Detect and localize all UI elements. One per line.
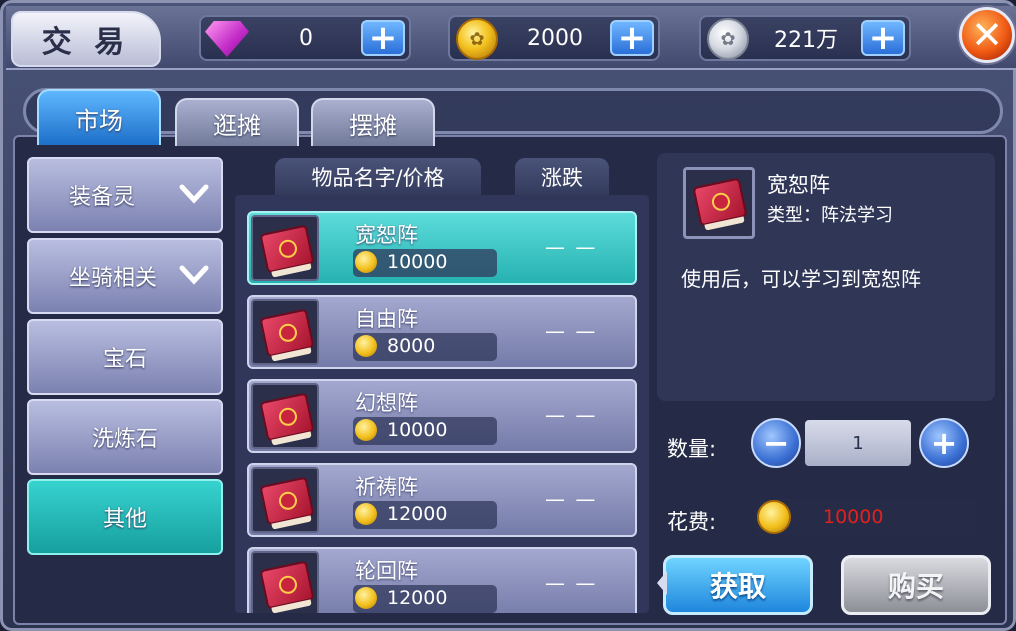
window-title: 交 易 [11, 11, 161, 67]
book-icon [259, 560, 315, 610]
decrease-quantity-button[interactable]: − [751, 418, 801, 468]
gold-coin-icon [355, 419, 377, 441]
item-price-bar: 8000 [353, 333, 497, 361]
detail-type: 类型：阵法学习 [767, 205, 893, 226]
book-icon [259, 392, 315, 442]
book-icon [259, 224, 315, 274]
gold-coin-icon [355, 503, 377, 525]
cost-label: 花费: [667, 510, 717, 534]
gold-coin-icon [757, 500, 791, 534]
item-name: 自由阵 [355, 307, 418, 331]
gold-coin-icon [355, 587, 377, 609]
buy-button[interactable]: 购买 [841, 555, 991, 615]
trade-window: 交 易 0 + ✿ 2000 + ✿ 221万 + ✕ 市场 逛摊 摆摊 装备灵… [0, 0, 1016, 631]
add-gold-button[interactable]: + [610, 20, 654, 56]
item-trend: — — [545, 403, 598, 427]
item-price: 10000 [387, 419, 448, 441]
category-label: 其他 [102, 507, 147, 532]
silver-currency: ✿ 221万 + [699, 15, 911, 61]
increase-quantity-button[interactable]: + [919, 418, 969, 468]
category-label: 坐骑相关 [69, 266, 158, 291]
detail-name: 宽恕阵 [767, 173, 830, 197]
add-silver-button[interactable]: + [861, 20, 905, 56]
item-list[interactable]: 宽恕阵 10000 — — 自由阵 8000 — — 幻想阵 10000 — — [235, 195, 649, 613]
item-trend: — — [545, 571, 598, 595]
gem-currency: 0 + [199, 15, 411, 61]
item-trend: — — [545, 235, 598, 259]
tab-set-stall[interactable]: 摆摊 [311, 98, 435, 146]
list-item[interactable]: 轮回阵 12000 — — [247, 547, 637, 613]
item-thumbnail [251, 467, 319, 533]
chevron-down-icon [179, 184, 209, 204]
item-thumbnail [251, 215, 319, 281]
tab-browse-stalls[interactable]: 逛摊 [175, 98, 299, 146]
list-item[interactable]: 自由阵 8000 — — [247, 295, 637, 369]
add-gem-button[interactable]: + [361, 20, 405, 56]
chevron-down-icon [179, 265, 209, 285]
plus-icon: + [930, 424, 958, 462]
list-item[interactable]: 宽恕阵 10000 — — [247, 211, 637, 285]
category-label: 装备灵 [69, 185, 136, 210]
item-name: 宽恕阵 [355, 223, 418, 247]
detail-description: 使用后，可以学习到宽恕阵 [681, 267, 921, 291]
category-equipment-spirit[interactable]: 装备灵 [27, 157, 223, 233]
category-label: 宝石 [102, 347, 147, 372]
book-icon [259, 308, 315, 358]
item-price-bar: 12000 [353, 501, 497, 529]
item-price-bar: 10000 [353, 417, 497, 445]
item-name: 幻想阵 [355, 391, 418, 415]
list-item[interactable]: 祈祷阵 12000 — — [247, 463, 637, 537]
close-icon: ✕ [971, 13, 1003, 57]
book-icon [259, 476, 315, 526]
get-button[interactable]: 获取 [663, 555, 813, 615]
item-detail-panel: 宽恕阵 类型：阵法学习 使用后，可以学习到宽恕阵 [657, 153, 995, 401]
item-thumbnail [251, 383, 319, 449]
minus-icon: − [762, 424, 790, 462]
category-other[interactable]: 其他 [27, 479, 223, 555]
item-trend: — — [545, 487, 598, 511]
detail-thumbnail [683, 167, 755, 239]
item-trend: — — [545, 319, 598, 343]
gold-coin-icon [355, 251, 377, 273]
item-price: 8000 [387, 335, 436, 357]
gem-icon [205, 21, 249, 57]
item-price: 10000 [387, 251, 448, 273]
cost-value: 10000 [823, 506, 884, 528]
category-refine-stone[interactable]: 洗炼石 [27, 399, 223, 475]
item-price-bar: 10000 [353, 249, 497, 277]
column-header-name-price: 物品名字/价格 [275, 158, 481, 196]
category-gem[interactable]: 宝石 [27, 319, 223, 395]
cost-display: 10000 [755, 499, 977, 535]
silver-amount: 221万 [774, 28, 838, 53]
category-mount[interactable]: 坐骑相关 [27, 238, 223, 314]
gold-coin-icon: ✿ [456, 18, 498, 60]
get-button-label: 获取 [709, 570, 766, 603]
silver-coin-icon: ✿ [707, 18, 749, 60]
category-label: 洗炼石 [91, 427, 158, 452]
book-icon [692, 177, 748, 227]
gold-currency: ✿ 2000 + [448, 15, 660, 61]
item-thumbnail [251, 551, 319, 613]
close-button[interactable]: ✕ [959, 7, 1015, 63]
gem-amount: 0 [299, 25, 313, 51]
buy-button-label: 购买 [887, 570, 944, 603]
tab-strip [23, 88, 1003, 134]
item-name: 祈祷阵 [355, 475, 418, 499]
item-name: 轮回阵 [355, 559, 418, 583]
item-price-bar: 12000 [353, 585, 497, 613]
tab-market[interactable]: 市场 [37, 89, 161, 145]
item-price: 12000 [387, 503, 448, 525]
gold-coin-icon [355, 335, 377, 357]
item-price: 12000 [387, 587, 448, 609]
item-thumbnail [251, 299, 319, 365]
gold-amount: 2000 [527, 25, 583, 51]
quantity-input[interactable]: 1 [805, 420, 911, 466]
quantity-label: 数量: [667, 437, 717, 461]
column-header-trend: 涨跌 [515, 158, 609, 196]
list-item[interactable]: 幻想阵 10000 — — [247, 379, 637, 453]
